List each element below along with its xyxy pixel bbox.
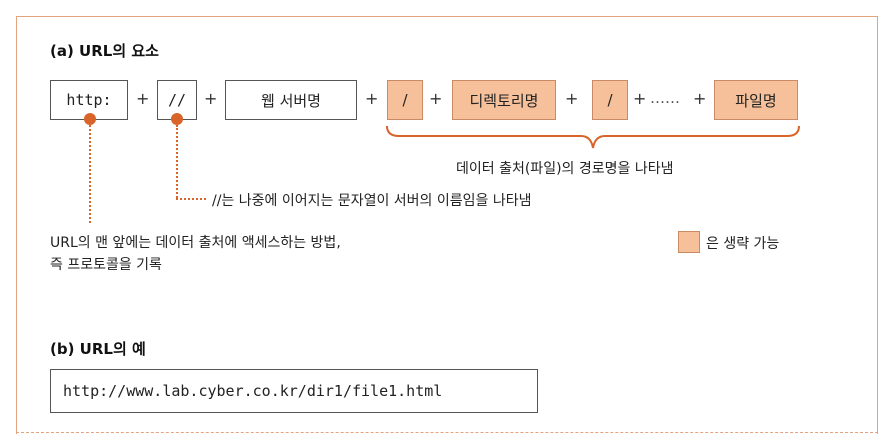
slashes-callout-dot bbox=[171, 113, 183, 125]
section-b-title: (b) URL의 예 bbox=[50, 340, 146, 358]
path-description: 데이터 출처(파일)의 경로명을 나타냄 bbox=[456, 161, 674, 177]
plus-sign: + bbox=[365, 89, 379, 108]
optional-legend-swatch bbox=[678, 231, 700, 253]
scheme-callout-dot bbox=[84, 113, 96, 125]
plus-sign: + bbox=[204, 89, 218, 108]
plus-sign: + bbox=[429, 89, 443, 108]
slashes-note: //는 나중에 이어지는 문자열이 서버의 이름임을 나타냄 bbox=[212, 193, 532, 209]
optional-slash-box: / bbox=[592, 80, 628, 120]
plus-sign: + bbox=[633, 89, 647, 108]
slashes-callout-line bbox=[176, 198, 206, 200]
directory-name-box: 디렉토리명 bbox=[452, 80, 556, 120]
plus-sign: + bbox=[693, 89, 707, 108]
ellipsis: …… bbox=[650, 89, 680, 107]
plus-sign: + bbox=[136, 89, 150, 108]
frame-right-border bbox=[877, 16, 878, 434]
server-name-box: 웹 서버명 bbox=[225, 80, 357, 120]
slashes-callout-line bbox=[176, 125, 178, 198]
frame-left-border bbox=[16, 16, 17, 434]
section-a-title: (a) URL의 요소 bbox=[50, 42, 159, 60]
path-brace bbox=[386, 125, 800, 149]
optional-legend-label: 은 생략 가능 bbox=[706, 236, 780, 252]
optional-slash-box: / bbox=[387, 80, 423, 120]
url-example-box: http://www.lab.cyber.co.kr/dir1/file1.ht… bbox=[50, 369, 538, 413]
frame-bottom-border bbox=[16, 432, 878, 433]
plus-sign: + bbox=[565, 89, 579, 108]
file-name-box: 파일명 bbox=[714, 80, 798, 120]
scheme-callout-line bbox=[89, 125, 91, 223]
frame-top-border bbox=[16, 16, 878, 17]
scheme-note-line2: 즉 프로토콜을 기록 bbox=[50, 257, 162, 273]
scheme-note-line1: URL의 맨 앞에는 데이터 출처에 액세스하는 방법, bbox=[50, 235, 341, 251]
